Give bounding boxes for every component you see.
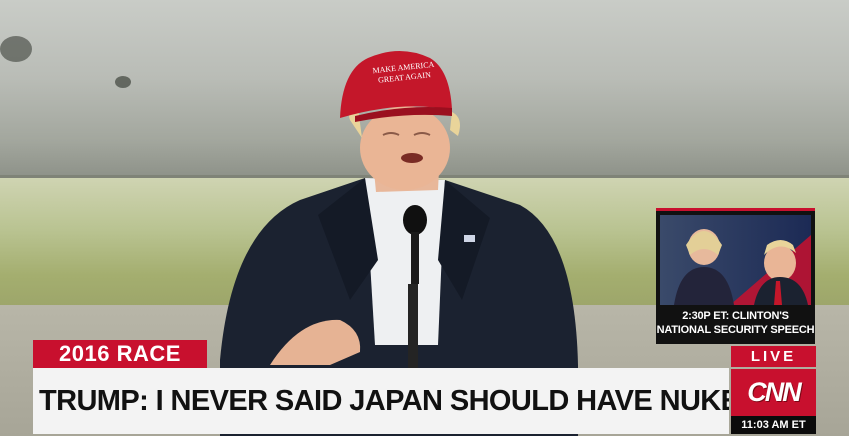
inset-preview: 2:30P ET: CLINTON'S NATIONAL SECURITY SP… xyxy=(656,208,815,344)
headline-banner: TRUMP: I NEVER SAID JAPAN SHOULD HAVE NU… xyxy=(33,368,729,434)
microphone xyxy=(403,205,427,370)
section-tag: 2016 RACE xyxy=(33,340,207,368)
inset-caption-line2: NATIONAL SECURITY SPEECH xyxy=(656,324,815,336)
network-logo: CNN xyxy=(731,369,816,416)
inset-photo xyxy=(660,215,811,305)
time-display: 11:03 AM ET xyxy=(731,416,816,434)
live-badge: LIVE xyxy=(731,346,816,367)
inset-caption-line1: 2:30P ET: CLINTON'S xyxy=(682,310,789,322)
inset-caption: 2:30P ET: CLINTON'S NATIONAL SECURITY SP… xyxy=(656,305,815,344)
